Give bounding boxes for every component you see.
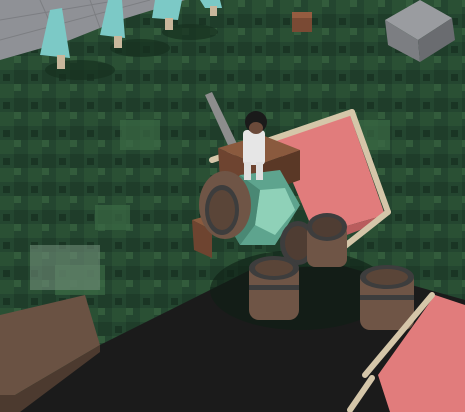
barrel-icon[interactable] — [307, 213, 347, 267]
small-crate[interactable] — [292, 12, 312, 32]
pale-grass-patch — [30, 245, 100, 290]
game-viewport[interactable] — [0, 0, 465, 412]
game-canvas[interactable] — [0, 0, 465, 412]
barrel-icon[interactable] — [360, 265, 414, 330]
barrel-icon[interactable] — [199, 171, 251, 239]
barrel-icon[interactable] — [249, 256, 299, 320]
